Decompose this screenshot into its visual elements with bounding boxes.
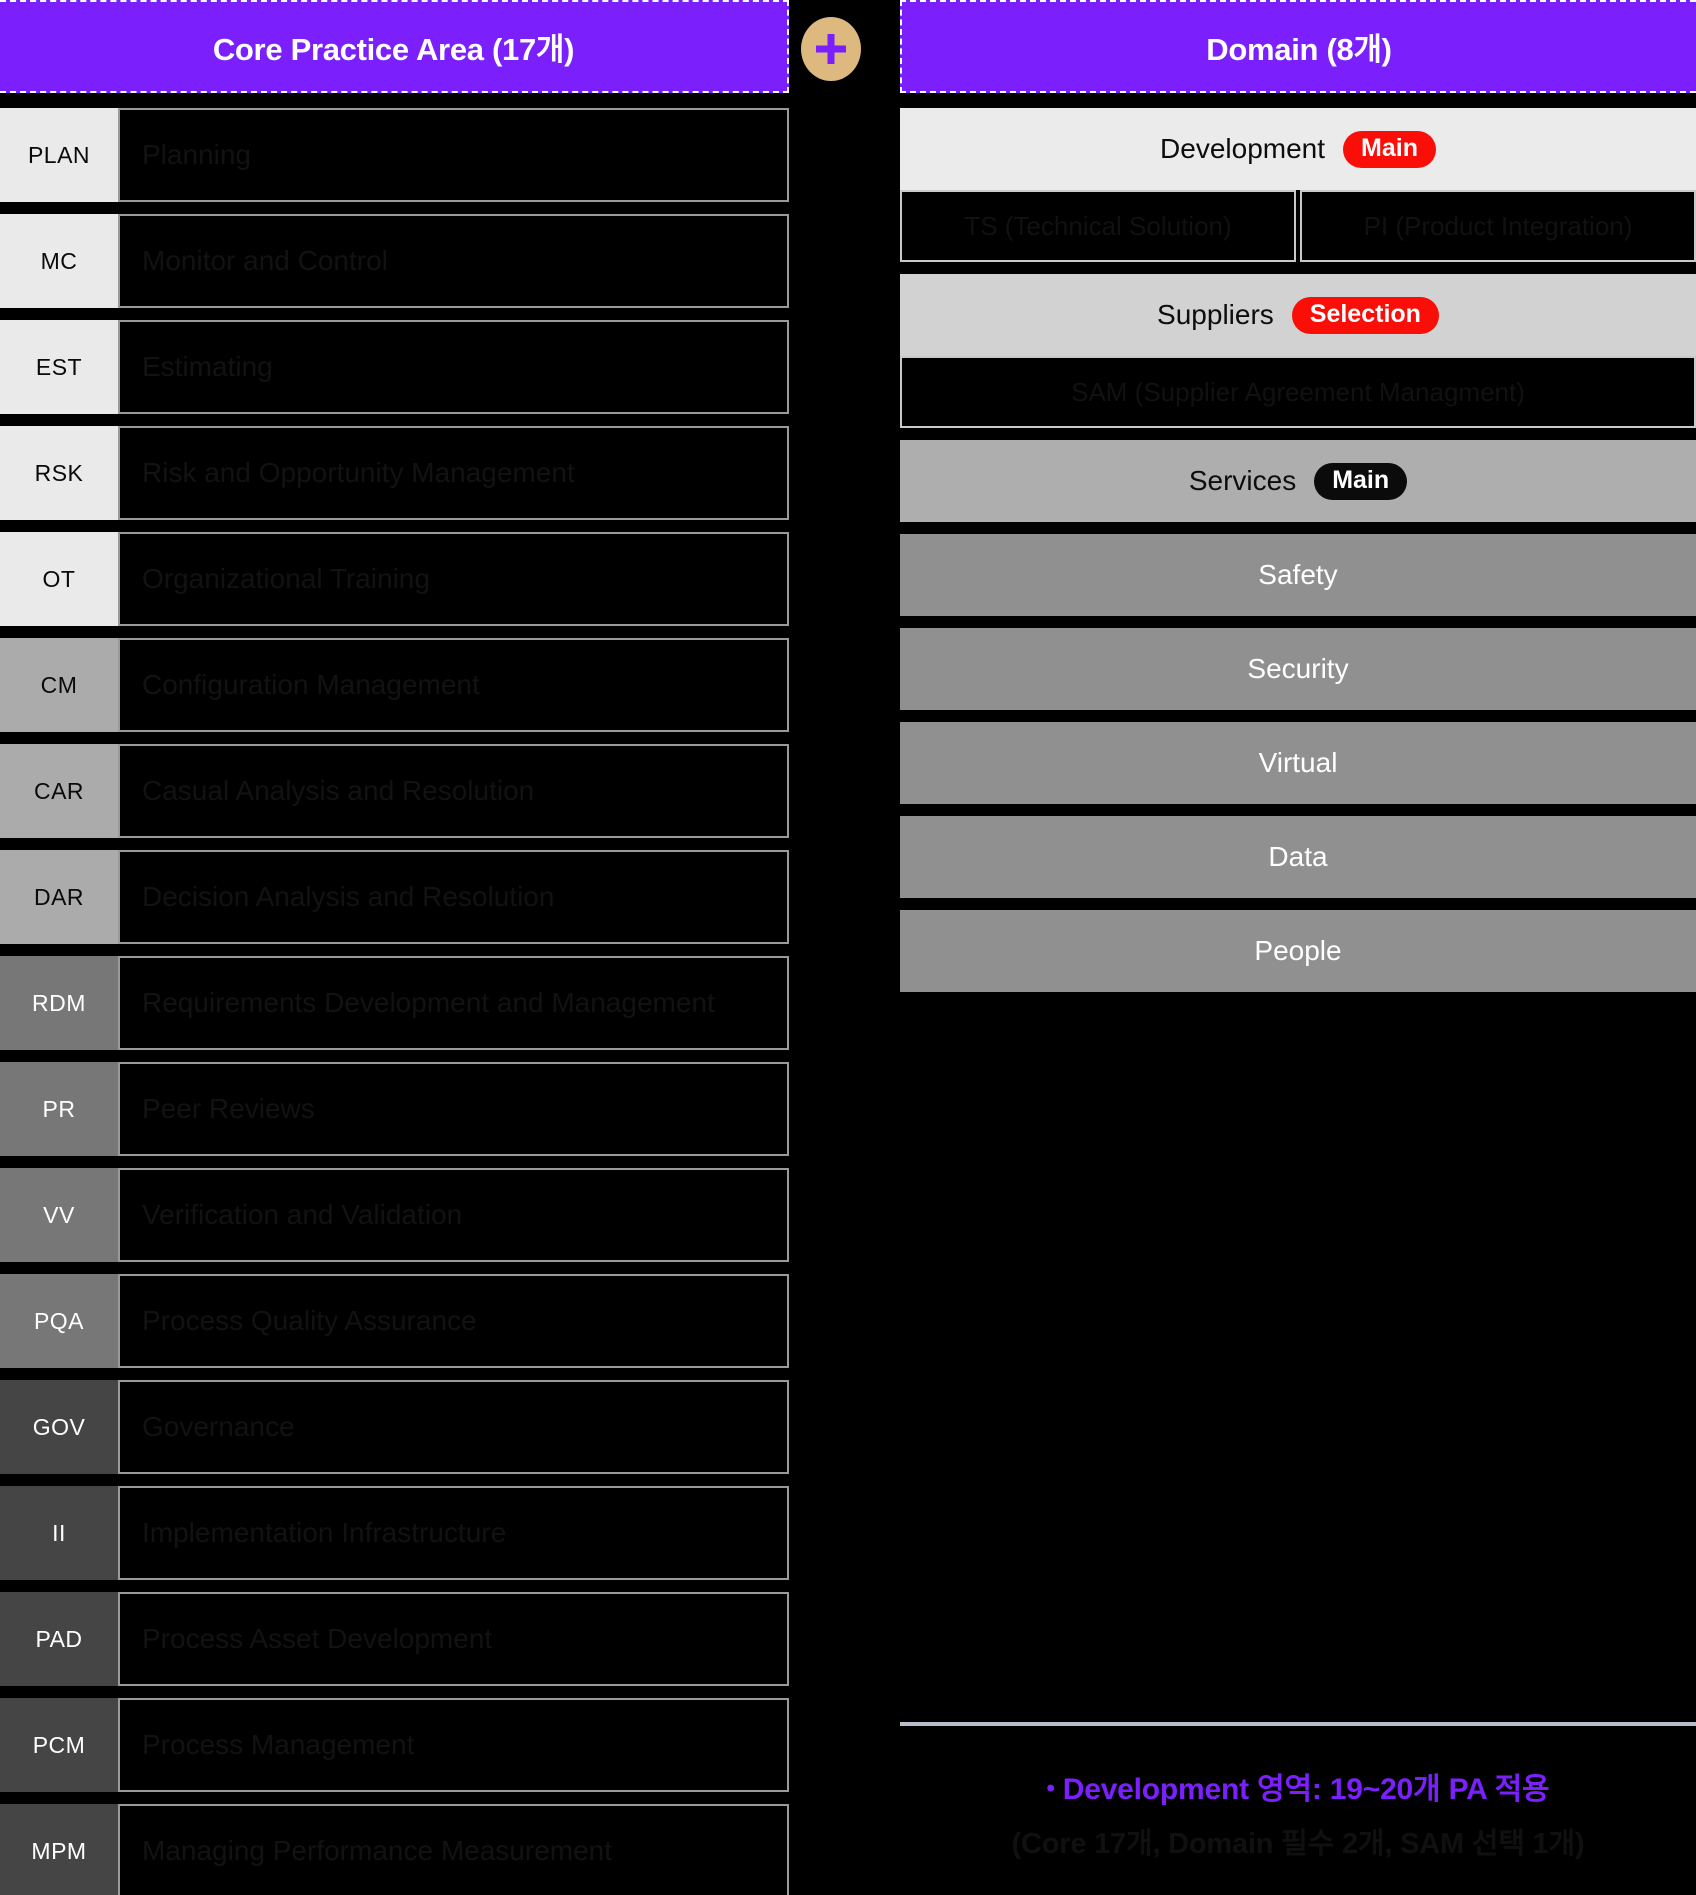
domain-subrow: TS (Technical Solution) PI (Product Integ… <box>900 190 1696 262</box>
practice-area-row[interactable]: PCM Process Management <box>0 1698 789 1792</box>
practice-area-code: MPM <box>0 1804 118 1895</box>
practice-area-name: Decision Analysis and Resolution <box>118 850 789 944</box>
practice-area-code: CM <box>0 638 118 732</box>
practice-area-name: Process Quality Assurance <box>118 1274 789 1368</box>
practice-area-code: CAR <box>0 744 118 838</box>
footnote-line-2: (Core 17개, Domain 필수 2개, SAM 선택 1개) <box>1011 1828 1585 1860</box>
practice-area-code: PR <box>0 1062 118 1156</box>
practice-area-row[interactable]: RDM Requirements Development and Manageme… <box>0 956 789 1050</box>
domain-group-label: Development <box>1160 133 1326 164</box>
practice-area-row[interactable]: RSK Risk and Opportunity Management <box>0 426 789 520</box>
domain-group-label: Suppliers <box>1157 299 1274 330</box>
practice-area-row[interactable]: VV Verification and Validation <box>0 1168 789 1262</box>
practice-area-code: GOV <box>0 1380 118 1474</box>
slide-root: Core Practice Area (17개) PLAN Planning MC M… <box>0 0 1696 1895</box>
practice-area-name: Estimating <box>118 320 789 414</box>
domain-practice-area[interactable]: SAM (Supplier Agreement Managment) <box>900 356 1696 428</box>
practice-area-name: Managing Performance Measurement <box>118 1804 789 1895</box>
core-practice-area-header: Core Practice Area (17개) <box>0 0 789 93</box>
practice-area-name: Requirements Development and Management <box>118 956 789 1050</box>
practice-area-name: Casual Analysis and Resolution <box>118 744 789 838</box>
practice-area-code: OT <box>0 532 118 626</box>
practice-area-row[interactable]: PR Peer Reviews <box>0 1062 789 1156</box>
footnote: • Development 영역: 19~20개 PA 적용 (Core 17개,… <box>900 1722 1696 1862</box>
practice-area-code: RSK <box>0 426 118 520</box>
core-practice-area-list: PLAN Planning MC Monitor and Control EST Esti… <box>0 108 789 1895</box>
practice-area-code: DAR <box>0 850 118 944</box>
status-badge: Main <box>1343 130 1436 168</box>
status-badge: Main <box>1314 462 1408 500</box>
status-badge: Selection <box>1291 296 1439 334</box>
domain-item[interactable]: Virtual <box>900 722 1696 804</box>
footnote-divider <box>900 1722 1696 1726</box>
practice-area-row[interactable]: OT Organizational Training <box>0 532 789 626</box>
domain-group-label: Services <box>1188 465 1297 496</box>
practice-area-name: Monitor and Control <box>118 214 789 308</box>
domain-item[interactable]: People <box>900 910 1696 992</box>
domain-practice-area[interactable]: TS (Technical Solution) <box>900 190 1296 262</box>
practice-area-code: II <box>0 1486 118 1580</box>
domain-list: Development Main TS (Technical Solution) PI… <box>900 108 1696 1004</box>
bullet-icon: • <box>1046 1775 1055 1802</box>
practice-area-name: Organizational Training <box>118 532 789 626</box>
practice-area-name: Risk and Opportunity Management <box>118 426 789 520</box>
practice-area-row[interactable]: MPM Managing Performance Measurement <box>0 1804 789 1895</box>
domain-panel: Domain (8개) Development Main TS (Technical… <box>900 0 1696 1895</box>
domain-item[interactable]: Security <box>900 628 1696 710</box>
domain-group-header[interactable]: Suppliers Selection <box>900 274 1696 356</box>
practice-area-code: PCM <box>0 1698 118 1792</box>
practice-area-name: Governance <box>118 1380 789 1474</box>
practice-area-name: Peer Reviews <box>118 1062 789 1156</box>
practice-area-row[interactable]: CM Configuration Management <box>0 638 789 732</box>
footnote-line-1-text: Development 영역: 19~20개 PA 적용 <box>1062 1773 1550 1806</box>
domain-group-header[interactable]: Development Main <box>900 108 1696 190</box>
practice-area-name: Process Asset Development <box>118 1592 789 1686</box>
practice-area-name: Planning <box>118 108 789 202</box>
practice-area-name: Configuration Management <box>118 638 789 732</box>
domain-item[interactable]: Safety <box>900 534 1696 616</box>
practice-area-name: Process Management <box>118 1698 789 1792</box>
plus-icon <box>801 17 861 81</box>
domain-item[interactable]: Data <box>900 816 1696 898</box>
practice-area-row[interactable]: DAR Decision Analysis and Resolution <box>0 850 789 944</box>
practice-area-row[interactable]: II Implementation Infrastructure <box>0 1486 789 1580</box>
practice-area-name: Implementation Infrastructure <box>118 1486 789 1580</box>
footnote-line-1: • Development 영역: 19~20개 PA 적용 <box>900 1764 1696 1808</box>
practice-area-code: VV <box>0 1168 118 1262</box>
practice-area-row[interactable]: PLAN Planning <box>0 108 789 202</box>
practice-area-code: RDM <box>0 956 118 1050</box>
practice-area-row[interactable]: EST Estimating <box>0 320 789 414</box>
practice-area-code: PLAN <box>0 108 118 202</box>
domain-subrow: SAM (Supplier Agreement Managment) <box>900 356 1696 428</box>
domain-header: Domain (8개) <box>900 0 1696 93</box>
practice-area-code: PAD <box>0 1592 118 1686</box>
practice-area-row[interactable]: GOV Governance <box>0 1380 789 1474</box>
domain-group-header[interactable]: Services Main <box>900 440 1696 522</box>
practice-area-code: EST <box>0 320 118 414</box>
practice-area-row[interactable]: MC Monitor and Control <box>0 214 789 308</box>
practice-area-row[interactable]: CAR Casual Analysis and Resolution <box>0 744 789 838</box>
practice-area-name: Verification and Validation <box>118 1168 789 1262</box>
domain-practice-area[interactable]: PI (Product Integration) <box>1300 190 1696 262</box>
practice-area-code: PQA <box>0 1274 118 1368</box>
practice-area-code: MC <box>0 214 118 308</box>
practice-area-row[interactable]: PAD Process Asset Development <box>0 1592 789 1686</box>
practice-area-row[interactable]: PQA Process Quality Assurance <box>0 1274 789 1368</box>
core-practice-area-panel: Core Practice Area (17개) PLAN Planning MC M… <box>0 0 789 1895</box>
